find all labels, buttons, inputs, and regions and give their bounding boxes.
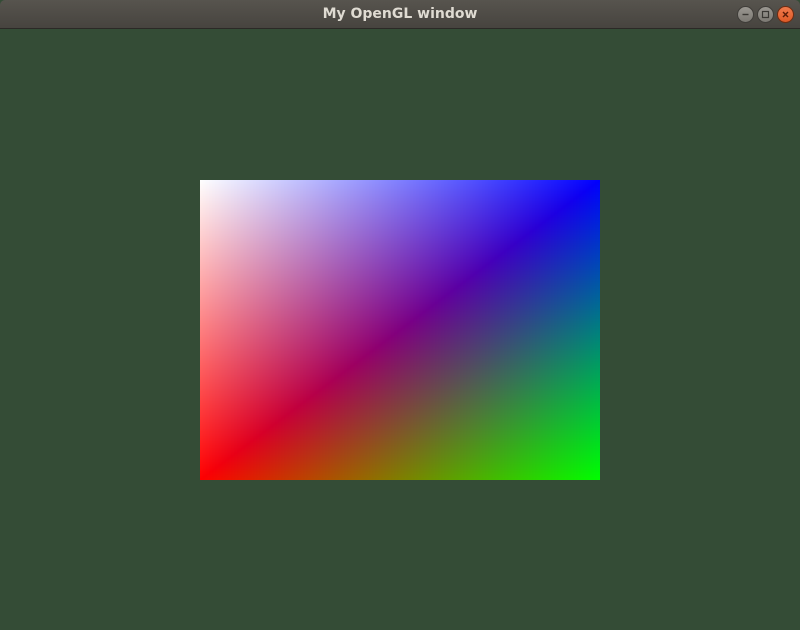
maximize-icon: [761, 10, 770, 19]
opengl-window: My OpenGL window: [0, 0, 800, 630]
window-controls: [737, 6, 794, 23]
colored-rectangle: [200, 180, 600, 480]
gl-viewport[interactable]: [0, 30, 800, 630]
minimize-button[interactable]: [737, 6, 754, 23]
window-title: My OpenGL window: [322, 6, 478, 22]
minimize-icon: [742, 13, 749, 16]
close-button[interactable]: [777, 6, 794, 23]
maximize-button[interactable]: [757, 6, 774, 23]
title-bar[interactable]: My OpenGL window: [0, 0, 800, 29]
close-icon: [782, 11, 789, 18]
